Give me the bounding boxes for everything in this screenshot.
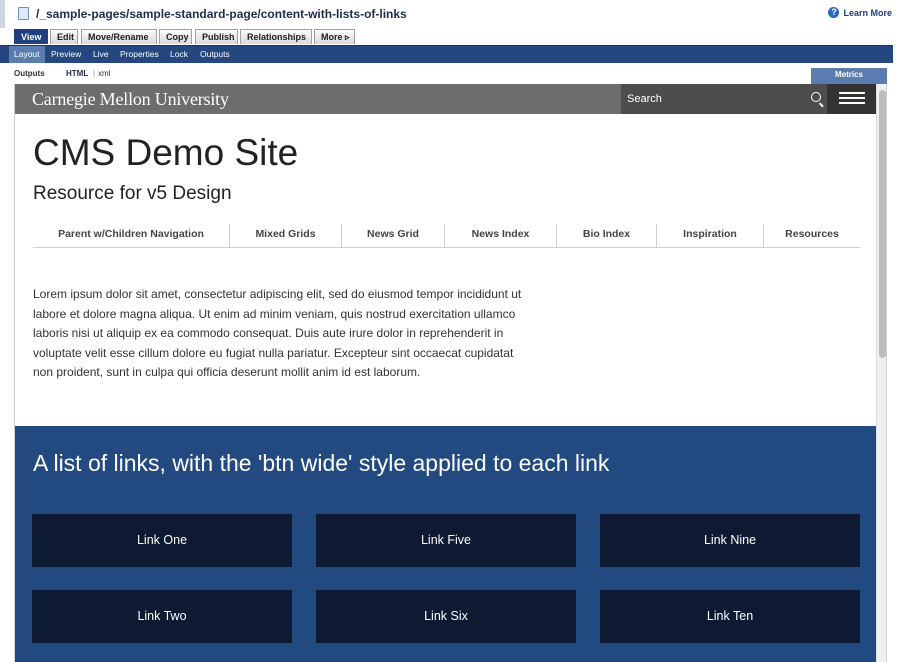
subtab-outputs[interactable]: Outputs <box>195 46 235 63</box>
collapse-handle[interactable] <box>0 0 5 28</box>
body-paragraph: Lorem ipsum dolor sit amet, consectetur … <box>33 287 522 380</box>
hamburger-icon <box>839 92 865 106</box>
page-preview-frame: Carnegie Mellon University CMS Demo Site… <box>14 84 887 662</box>
output-xml-link[interactable]: xml <box>98 69 110 78</box>
site-nav: Parent w/Children Navigation Mixed Grids… <box>33 224 860 248</box>
links-section: A list of links, with the 'btn wide' sty… <box>15 426 876 662</box>
link-six-button[interactable]: Link Six <box>316 590 576 643</box>
nav-bio-index[interactable]: Bio Index <box>557 224 657 247</box>
cmu-logo[interactable]: Carnegie Mellon University <box>32 89 229 110</box>
subtab-live[interactable]: Live <box>88 46 114 63</box>
path-bar: /_sample-pages/sample-standard-page/cont… <box>0 0 900 28</box>
link-five-button[interactable]: Link Five <box>316 514 576 567</box>
nav-parent-children[interactable]: Parent w/Children Navigation <box>33 224 230 247</box>
help-icon: ? <box>828 7 840 18</box>
preview-scrollbar[interactable] <box>876 84 886 662</box>
tab-copy[interactable]: Copy <box>159 29 192 44</box>
nav-news-grid[interactable]: News Grid <box>342 224 445 247</box>
subtab-preview[interactable]: Preview <box>46 46 86 63</box>
tab-more[interactable]: More ▹ <box>314 29 355 44</box>
output-html-link[interactable]: HTML <box>66 69 88 78</box>
subtab-properties[interactable]: Properties <box>115 46 164 63</box>
view-subtabs: Layout Preview Live Properties Lock Outp… <box>0 45 893 63</box>
search-input[interactable] <box>621 84 801 114</box>
subtab-lock[interactable]: Lock <box>165 46 193 63</box>
link-nine-button[interactable]: Link Nine <box>600 514 860 567</box>
page-icon <box>18 7 29 20</box>
tab-publish[interactable]: Publish <box>195 29 238 44</box>
tab-edit[interactable]: Edit <box>50 29 78 44</box>
link-one-button[interactable]: Link One <box>32 514 292 567</box>
tab-move-rename[interactable]: Move/Rename <box>81 29 157 44</box>
outputs-label: Outputs <box>14 69 45 78</box>
tab-relationships[interactable]: Relationships <box>240 29 312 44</box>
outputs-row: Outputs HTML | xml Metrics <box>0 63 900 85</box>
tab-view[interactable]: View <box>14 29 48 44</box>
nav-news-index[interactable]: News Index <box>445 224 557 247</box>
link-two-button[interactable]: Link Two <box>32 590 292 643</box>
nav-resources[interactable]: Resources <box>764 224 860 247</box>
metrics-tab[interactable]: Metrics <box>811 68 887 85</box>
site-subtitle: Resource for v5 Design <box>33 183 232 204</box>
subtab-layout[interactable]: Layout <box>9 46 45 63</box>
nav-mixed-grids[interactable]: Mixed Grids <box>230 224 342 247</box>
output-separator: | <box>93 69 96 78</box>
site-search <box>621 84 827 114</box>
nav-inspiration[interactable]: Inspiration <box>657 224 764 247</box>
menu-button[interactable] <box>827 84 876 114</box>
search-icon[interactable] <box>811 92 821 102</box>
links-heading: A list of links, with the 'btn wide' sty… <box>33 450 610 476</box>
site-header: Carnegie Mellon University <box>15 84 876 114</box>
asset-path: /_sample-pages/sample-standard-page/cont… <box>36 7 407 21</box>
action-tabs: View Edit Move/Rename Copy Publish Relat… <box>0 29 900 45</box>
site-title: CMS Demo Site <box>33 132 299 173</box>
learn-more-label: Learn More <box>843 7 892 18</box>
scrollbar-thumb[interactable] <box>879 90 886 358</box>
learn-more-link[interactable]: ? Learn More <box>828 7 892 18</box>
link-ten-button[interactable]: Link Ten <box>600 590 860 643</box>
